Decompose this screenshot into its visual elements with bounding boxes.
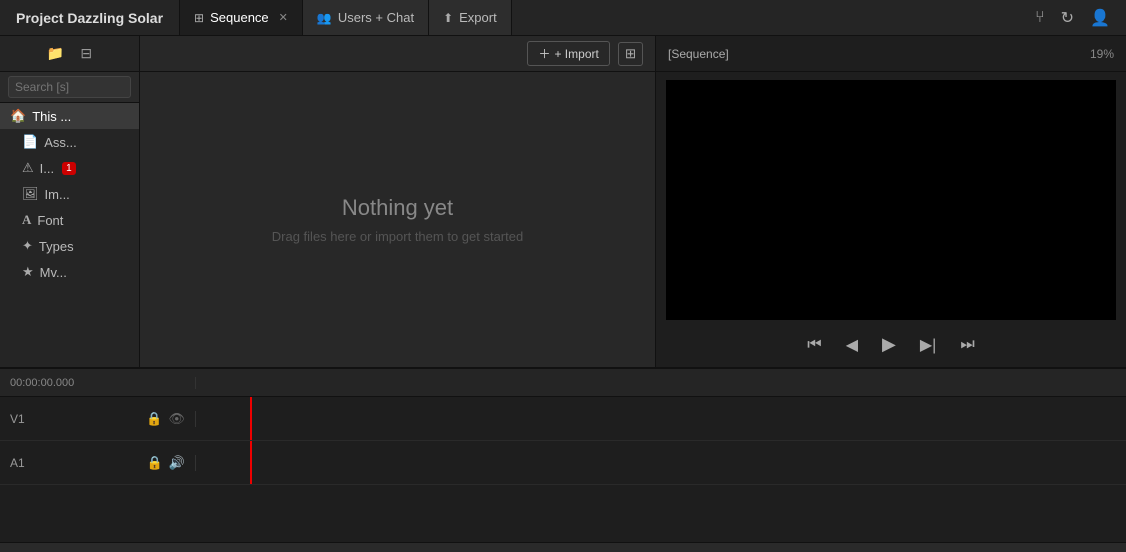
timeline-scrollbar[interactable] — [0, 542, 1126, 552]
track-label-a1: A1 🔒 🔊 — [0, 455, 196, 471]
empty-subtitle: Drag files here or import them to get st… — [272, 229, 523, 244]
search-bar — [0, 72, 139, 103]
empty-state: Nothing yet Drag files here or import th… — [140, 72, 655, 367]
step-back-button[interactable]: ◀ — [842, 333, 862, 357]
v1-visibility-icon[interactable]: 👁 — [168, 411, 185, 427]
sidebar: 📁 ⊟ 🏠 This ... 📄 Ass... ⚠ I... 1 🖼 Im...… — [0, 36, 140, 367]
users-tab-icon: 👥 — [317, 11, 332, 25]
track-row-a1: A1 🔒 🔊 — [0, 441, 1126, 485]
sidebar-item-issues[interactable]: ⚠ I... 1 — [12, 155, 139, 181]
issues-badge: 1 — [62, 162, 76, 175]
preview-video — [666, 80, 1116, 320]
types-icon: ✦ — [22, 238, 33, 254]
main-area: 📁 ⊟ 🏠 This ... 📄 Ass... ⚠ I... 1 🖼 Im...… — [0, 36, 1126, 367]
import-plus-icon: ＋ — [538, 45, 550, 62]
timeline-start-timecode: 00:00:00.000 — [10, 377, 74, 389]
star-icon: ★ — [22, 264, 34, 280]
layers-icon[interactable]: ⊟ — [76, 41, 96, 66]
tab-export[interactable]: ⬆ Export — [429, 0, 512, 35]
project-title: Project Dazzling Solar — [0, 0, 180, 35]
v1-lock-icon[interactable]: 🔒 — [146, 411, 162, 427]
center-panel: ＋ + Import ⊞ Nothing yet Drag files here… — [140, 36, 656, 367]
skip-back-button[interactable]: ⏮ — [803, 334, 825, 356]
a1-icons: 🔒 🔊 — [147, 455, 185, 471]
play-button[interactable]: ▶ — [878, 332, 900, 357]
v1-playhead — [250, 397, 252, 440]
search-input[interactable] — [8, 76, 131, 98]
sidebar-item-font[interactable]: A Font — [12, 207, 139, 233]
timeline-track-label-header: 00:00:00.000 — [0, 377, 196, 389]
tab-users-chat[interactable]: 👥 Users + Chat — [303, 0, 429, 35]
export-tab-icon: ⬆ — [443, 11, 453, 25]
sidebar-item-this[interactable]: 🏠 This ... — [0, 103, 139, 129]
a1-label: A1 — [10, 456, 25, 470]
zoom-label: 19% — [1090, 47, 1114, 61]
sidebar-item-assets[interactable]: 📄 Ass... — [12, 129, 139, 155]
import-button[interactable]: ＋ + Import — [527, 41, 609, 66]
a1-playhead — [250, 441, 252, 484]
preview-panel: [Sequence] 19% ⏮ ◀ ▶ ▶| ⏭ — [656, 36, 1126, 367]
sequence-label: [Sequence] — [668, 47, 729, 61]
sidebar-item-images[interactable]: 🖼 Im... — [12, 181, 139, 207]
preview-header: [Sequence] 19% — [656, 36, 1126, 72]
sequence-tab-icon: ⊞ — [194, 11, 204, 25]
preview-controls: ⏮ ◀ ▶ ▶| ⏭ — [656, 326, 1126, 367]
tab-close-sequence[interactable]: ✕ — [279, 11, 288, 24]
center-toolbar: ＋ + Import ⊞ — [140, 36, 655, 72]
folder-icon[interactable]: 📁 — [43, 41, 68, 66]
track-content-a1[interactable] — [196, 441, 1126, 484]
sidebar-item-types[interactable]: ✦ Types — [12, 233, 139, 259]
track-label-v1: V1 🔒 👁 — [0, 411, 196, 427]
a1-lock-icon[interactable]: 🔒 — [147, 455, 163, 471]
track-row-v1: V1 🔒 👁 — [0, 397, 1126, 441]
top-bar: Project Dazzling Solar ⊞ Sequence ✕ 👥 Us… — [0, 0, 1126, 36]
v1-icons: 🔒 👁 — [146, 411, 185, 427]
empty-title: Nothing yet — [342, 195, 453, 221]
grid-view-button[interactable]: ⊞ — [618, 42, 643, 66]
step-forward-button[interactable]: ▶| — [916, 333, 940, 357]
skip-forward-button[interactable]: ⏭ — [956, 334, 978, 356]
image-icon: 🖼 — [22, 186, 39, 202]
timeline: 00:00:00.000 00:00:00.000 00:00:10.000 V… — [0, 367, 1126, 552]
account-icon[interactable]: 👤 — [1086, 4, 1114, 32]
sidebar-item-my[interactable]: ★ Mv... — [12, 259, 139, 285]
timeline-tracks: V1 🔒 👁 A1 🔒 🔊 — [0, 397, 1126, 542]
fork-icon[interactable]: ⑂ — [1031, 5, 1049, 31]
top-right-controls: ⑂ ↻ 👤 — [1019, 4, 1126, 32]
v1-label: V1 — [10, 412, 25, 426]
a1-audio-icon[interactable]: 🔊 — [169, 455, 185, 471]
track-content-v1[interactable] — [196, 397, 1126, 440]
tab-sequence[interactable]: ⊞ Sequence ✕ — [180, 0, 303, 35]
sidebar-toolbar: 📁 ⊟ — [0, 36, 139, 72]
home-icon: 🏠 — [10, 108, 26, 124]
timeline-ruler: 00:00:00.000 00:00:00.000 00:00:10.000 — [0, 369, 1126, 397]
font-icon: A — [22, 212, 31, 228]
refresh-icon[interactable]: ↻ — [1057, 4, 1078, 32]
warning-icon: ⚠ — [22, 160, 34, 176]
file-icon: 📄 — [22, 134, 38, 150]
